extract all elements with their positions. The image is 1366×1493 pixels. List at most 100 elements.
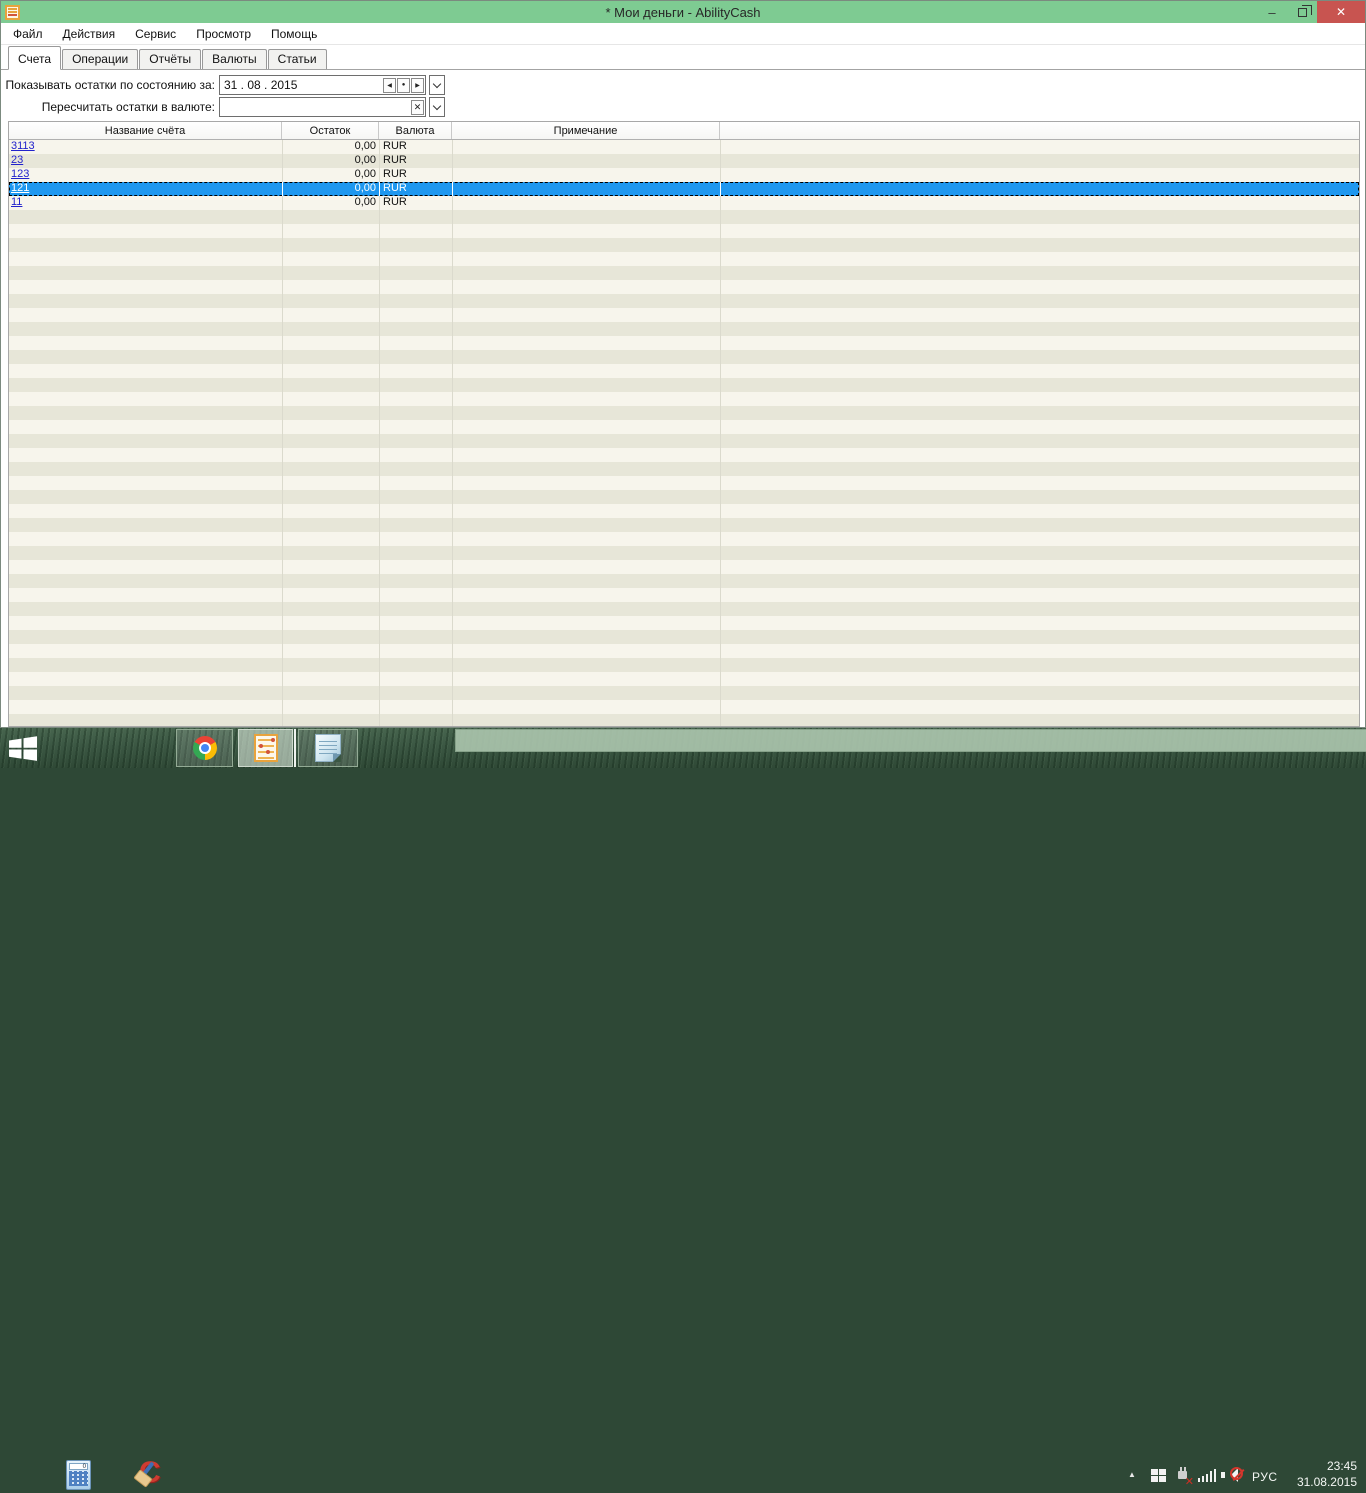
empty-row — [9, 420, 1359, 434]
tab-reports[interactable]: Отчёты — [139, 49, 201, 69]
show-hidden-icons-button[interactable]: ▲ — [1128, 1470, 1136, 1479]
calculator-icon: 0 — [66, 1460, 91, 1490]
taskbar-notepad-button[interactable] — [298, 729, 358, 767]
account-link[interactable]: 123 — [11, 168, 29, 180]
empty-row — [9, 210, 1359, 224]
currency-cell: RUR — [379, 168, 452, 182]
empty-row — [9, 280, 1359, 294]
chrome-icon — [193, 736, 217, 760]
empty-row — [9, 336, 1359, 350]
restore-button[interactable] — [1287, 1, 1317, 23]
tab-categories[interactable]: Статьи — [268, 49, 327, 69]
account-link[interactable]: 23 — [11, 154, 23, 166]
empty-row — [9, 644, 1359, 658]
network-disconnected-icon[interactable]: ✕ — [1174, 1467, 1192, 1485]
chevron-down-icon — [433, 79, 441, 87]
account-link[interactable]: 3113 — [11, 140, 35, 152]
account-row[interactable]: 123 0,00 RUR — [9, 168, 1359, 182]
account-row-selected[interactable]: 121 0,00 RUR — [9, 182, 1359, 196]
currency-cell: RUR — [379, 182, 452, 196]
windows-flag-icon[interactable] — [1151, 1469, 1167, 1483]
tab-operations[interactable]: Операции — [62, 49, 138, 69]
empty-row — [9, 560, 1359, 574]
empty-row — [9, 448, 1359, 462]
empty-row — [9, 672, 1359, 686]
tabstrip: Счета Операции Отчёты Валюты Статьи — [1, 45, 1365, 70]
tab-accounts[interactable]: Счета — [8, 46, 61, 70]
account-link[interactable]: 121 — [11, 182, 29, 194]
restore-icon — [1298, 8, 1307, 17]
accounts-page: Показывать остатки по состоянию за: 31 .… — [1, 70, 1365, 727]
note-cell — [452, 182, 1359, 196]
abilitycash-app-icon — [5, 5, 20, 20]
empty-row — [9, 532, 1359, 546]
column-separator — [282, 140, 283, 726]
empty-row — [9, 434, 1359, 448]
column-header-name[interactable]: Название счёта — [9, 122, 282, 139]
balance-date-field[interactable]: 31 . 08 . 2015 ◀ ● ▶ — [219, 75, 426, 95]
date-dropdown-button[interactable] — [429, 75, 445, 95]
language-indicator[interactable]: РУС — [1252, 1470, 1278, 1484]
currency-cell: RUR — [379, 140, 452, 154]
empty-row — [9, 238, 1359, 252]
empty-row — [9, 574, 1359, 588]
taskbar-separator — [294, 729, 296, 767]
column-separator — [379, 140, 380, 726]
account-row[interactable]: 23 0,00 RUR — [9, 154, 1359, 168]
balance-cell: 0,00 — [282, 154, 379, 168]
taskbar-calculator-button[interactable]: 0 — [66, 1460, 91, 1490]
abilitycash-icon — [254, 734, 278, 762]
menu-item-service[interactable]: Сервис — [125, 24, 186, 44]
empty-row — [9, 378, 1359, 392]
signal-bars-icon[interactable] — [1198, 1469, 1217, 1482]
column-header-note[interactable]: Примечание — [452, 122, 720, 139]
balance-cell: 0,00 — [282, 140, 379, 154]
currency-dropdown-button[interactable] — [429, 97, 445, 117]
empty-row — [9, 252, 1359, 266]
date-next-button[interactable]: ▶ — [411, 78, 424, 93]
column-separator — [720, 140, 721, 726]
column-header-filler — [720, 122, 1359, 139]
taskbar-chrome-button[interactable] — [176, 729, 233, 767]
minimize-button[interactable]: – — [1257, 1, 1287, 23]
column-header-currency[interactable]: Валюта — [379, 122, 452, 139]
clock-date: 31.08.2015 — [1297, 1475, 1357, 1489]
empty-row — [9, 308, 1359, 322]
menu-item-file[interactable]: Файл — [3, 24, 53, 44]
note-cell — [452, 140, 1359, 154]
recalc-currency-label: Пересчитать остатки в валюте: — [1, 100, 215, 114]
clock-time: 23:45 — [1297, 1459, 1357, 1473]
titlebar: * Мои деньги - AbilityCash – ✕ — [1, 1, 1365, 23]
column-header-balance[interactable]: Остаток — [282, 122, 379, 139]
empty-row — [9, 714, 1359, 727]
empty-row — [9, 504, 1359, 518]
taskbar-clock[interactable]: 23:45 31.08.2015 — [1297, 1459, 1357, 1489]
note-cell — [452, 196, 1359, 210]
note-cell — [452, 154, 1359, 168]
recalc-currency-field[interactable]: ✕ — [219, 97, 426, 117]
close-button[interactable]: ✕ — [1317, 1, 1365, 23]
tab-currencies[interactable]: Валюты — [202, 49, 267, 69]
menu-item-view[interactable]: Просмотр — [186, 24, 261, 44]
account-row[interactable]: 11 0,00 RUR — [9, 196, 1359, 210]
taskbar-abilitycash-button[interactable] — [238, 729, 293, 767]
start-button[interactable] — [8, 735, 38, 762]
taskbar-ccleaner-button[interactable]: C — [133, 1459, 171, 1493]
clear-currency-button[interactable]: ✕ — [411, 100, 424, 115]
table-header: Название счёта Остаток Валюта Примечание — [9, 122, 1359, 140]
balance-date-value: 31 . 08 . 2015 — [220, 78, 383, 92]
account-row[interactable]: 3113 0,00 RUR — [9, 140, 1359, 154]
empty-row — [9, 364, 1359, 378]
empty-row — [9, 616, 1359, 630]
date-today-button[interactable]: ● — [397, 78, 410, 93]
menubar: Файл Действия Сервис Просмотр Помощь — [1, 23, 1365, 45]
menu-item-actions[interactable]: Действия — [53, 24, 126, 44]
empty-row — [9, 518, 1359, 532]
menu-item-help[interactable]: Помощь — [261, 24, 327, 44]
desktop-peek-band — [455, 729, 1366, 752]
volume-muted-icon[interactable] — [1221, 1465, 1243, 1485]
empty-row — [9, 406, 1359, 420]
account-link[interactable]: 11 — [11, 196, 22, 208]
empty-row — [9, 224, 1359, 238]
date-prev-button[interactable]: ◀ — [383, 78, 396, 93]
